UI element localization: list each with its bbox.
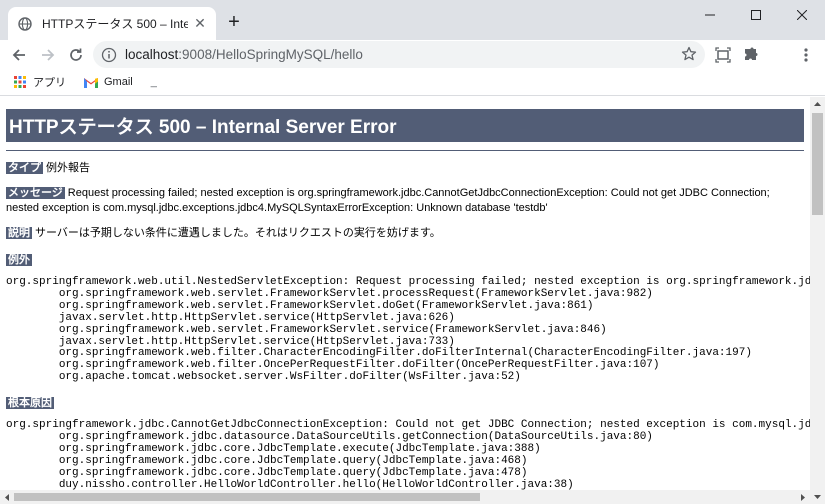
new-tab-button[interactable]: +	[224, 11, 244, 33]
reload-icon[interactable]	[64, 43, 88, 67]
horizontal-scrollbar[interactable]	[0, 490, 810, 504]
root-cause-heading: 根本原因	[6, 394, 804, 410]
info-icon[interactable]	[101, 47, 117, 63]
url-text: localhost:9008/HelloSpringMySQL/hello	[125, 47, 363, 62]
bookmark-apps-label: アプリ	[33, 77, 66, 89]
divider	[6, 150, 804, 151]
url-host: localhost	[125, 47, 179, 62]
bookmarks-bar: アプリ Gmail _	[0, 69, 825, 96]
browser-toolbar: localhost:9008/HelloSpringMySQL/hello	[0, 40, 825, 69]
type-value: 例外報告	[46, 162, 90, 174]
description-row: 説明 サーバーは予期しない条件に遭遇しました。それはリクエストの実行を妨げます。	[6, 226, 804, 241]
scroll-left-arrow-icon[interactable]	[0, 490, 14, 504]
globe-icon	[18, 16, 32, 31]
bookmark-unnamed[interactable]: _	[151, 76, 157, 88]
gmail-icon	[84, 75, 98, 89]
exception-heading: 例外	[6, 251, 804, 267]
kebab-menu-icon[interactable]	[794, 43, 818, 67]
message-value: Request processing failed; nested except…	[6, 187, 770, 214]
close-tab-icon[interactable]: ✕	[192, 15, 208, 32]
forward-arrow-icon[interactable]	[36, 43, 60, 67]
address-bar[interactable]: localhost:9008/HelloSpringMySQL/hello	[93, 41, 705, 68]
message-label: メッセージ	[6, 187, 65, 199]
page-title: HTTPステータス 500 – Internal Server Error	[6, 109, 804, 142]
tab-capture-icon[interactable]	[711, 43, 735, 67]
bookmark-gmail[interactable]: Gmail	[84, 75, 133, 89]
bookmark-apps[interactable]: アプリ	[13, 74, 66, 90]
scroll-up-arrow-icon[interactable]	[810, 97, 825, 111]
page-viewport: HTTPステータス 500 – Internal Server Error タイ…	[0, 97, 810, 504]
maximize-window-icon[interactable]	[733, 0, 779, 30]
apps-grid-icon	[13, 75, 27, 89]
url-path: :9008/HelloSpringMySQL/hello	[178, 47, 363, 62]
bookmark-gmail-label: Gmail	[104, 76, 133, 88]
exception-trace: org.springframework.web.util.NestedServl…	[6, 276, 810, 384]
type-row: タイプ 例外報告	[6, 161, 804, 176]
back-arrow-icon[interactable]	[7, 43, 31, 67]
scroll-right-arrow-icon[interactable]	[796, 490, 810, 504]
description-label: 説明	[6, 227, 32, 239]
close-window-icon[interactable]	[779, 0, 825, 30]
description-value: サーバーは予期しない条件に遭遇しました。それはリクエストの実行を妨げます。	[35, 227, 441, 239]
tab-strip: HTTPステータス 500 – Internal Server Error ✕ …	[0, 0, 825, 40]
scroll-down-arrow-icon[interactable]	[810, 490, 825, 504]
minimize-window-icon[interactable]	[687, 0, 733, 30]
type-label: タイプ	[6, 162, 43, 174]
message-row: メッセージ Request processing failed; nested e…	[6, 186, 804, 216]
error-page: HTTPステータス 500 – Internal Server Error タイ…	[0, 97, 810, 504]
horizontal-scroll-thumb[interactable]	[14, 493, 480, 501]
browser-tab[interactable]: HTTPステータス 500 – Internal Server Error ✕	[8, 7, 216, 40]
extensions-puzzle-icon[interactable]	[738, 43, 762, 67]
tab-title: HTTPステータス 500 – Internal Server Error	[42, 17, 188, 31]
vertical-scrollbar[interactable]	[810, 97, 825, 504]
vertical-scroll-thumb[interactable]	[812, 113, 823, 215]
bookmark-star-icon[interactable]	[681, 46, 697, 62]
root-cause-label: 根本原因	[6, 397, 54, 410]
bookmark-unnamed-label: _	[150, 76, 157, 88]
exception-label: 例外	[6, 254, 32, 266]
